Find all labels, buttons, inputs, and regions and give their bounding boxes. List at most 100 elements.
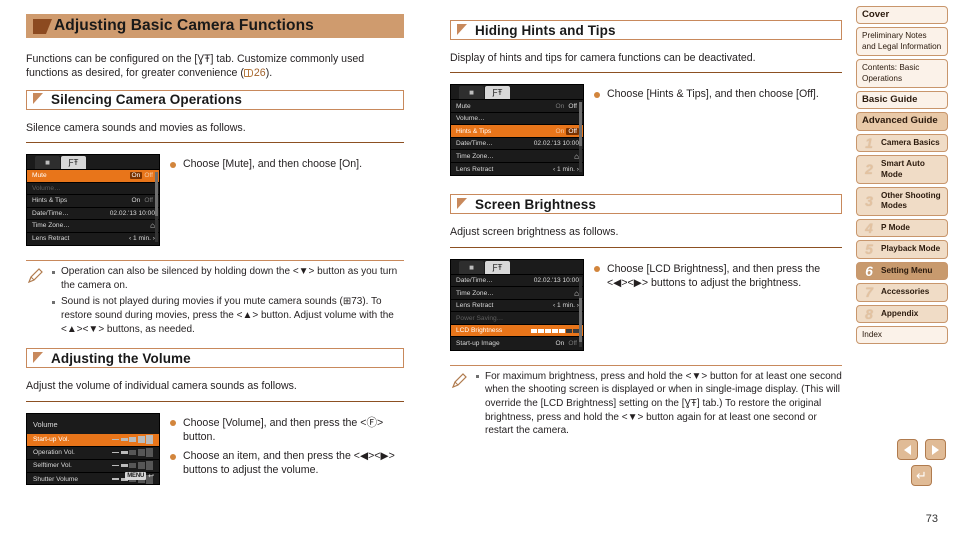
lcd-screenshot-hints: ■ ƑŦ Mute On Off Volume… Hints & Tips On… (450, 84, 584, 177)
bullet-dot-icon (170, 420, 176, 427)
shooting-tab-icon: ■ (459, 86, 484, 100)
level-bars (112, 435, 153, 445)
sidebar-item-basic-guide[interactable]: Basic Guide (856, 91, 948, 110)
note-bullet-icon (476, 375, 479, 379)
sidebar-item-label: Playback Mode (881, 244, 941, 254)
menu-row-datetime: Date/Time… 02.02.'13 10:00 (451, 275, 583, 288)
step-silencing: ■ ƑŦ Mute On Off Volume… Hints & Tips On… (26, 154, 404, 247)
sidebar-item-label: Setting Menu (881, 265, 933, 275)
menu-row-hints: Hints & Tips On Off (451, 125, 583, 138)
page-navigation-controls: ↵ (897, 439, 946, 486)
section-marker-icon (457, 197, 467, 209)
content-columns: Adjusting Basic Camera Functions Functio… (0, 0, 856, 534)
chapter-number: 6 (865, 262, 873, 279)
page-ref-icon (243, 69, 253, 78)
lcd-screenshot-brightness: ■ ƑŦ Date/Time… 02.02.'13 10:00 Time Zon… (450, 258, 584, 351)
lcd-screenshot-volume: Volume Start-up Vol. Operation Vol. Self… (26, 412, 160, 485)
sidebar-item-label: Basic Guide (862, 94, 918, 106)
intro-text-3: functions as desired, for greater conven… (26, 67, 244, 80)
shooting-tab-icon: ■ (459, 260, 484, 274)
level-bars (112, 461, 153, 471)
sidebar-item-index[interactable]: Index (856, 325, 948, 345)
return-arrow-icon: ↵ (916, 468, 927, 483)
note-bullet-icon (52, 270, 55, 274)
chapter-number: 4 (865, 219, 873, 236)
lcd-tab-bar: ■ ƑŦ (451, 259, 583, 275)
sidebar-item-p-mode[interactable]: 4 P Mode (856, 218, 948, 238)
sidebar-item-cover[interactable]: Cover (856, 6, 948, 25)
sidebar-item-label: P Mode (881, 222, 910, 232)
intro-text-2: ] tab. Customize commonly used (210, 53, 365, 65)
divider (26, 400, 404, 402)
sidebar-item-label: Camera Basics (881, 137, 940, 147)
lcd-scroll-thumb (579, 297, 582, 342)
pencil-icon (450, 370, 476, 441)
menu-row-timezone: Time Zone… ⌂ (451, 150, 583, 163)
section-marker-icon (457, 23, 467, 35)
prev-page-button[interactable] (897, 439, 918, 460)
menu-row-timezone: Time Zone… ⌂ (27, 220, 159, 233)
page-number: 73 (925, 513, 938, 525)
note-box-brightness: For maximum brightness, press and hold t… (450, 364, 842, 441)
menu-row-hints: Hints & Tips On Off (27, 195, 159, 208)
lcd-menu-rows: Mute OnOff Volume… Hints & Tips OnOff (27, 170, 159, 245)
return-arrow-icon: ↩ (148, 472, 154, 480)
sidebar-item-label: Contents: Basic Operations (862, 63, 920, 83)
chapter-number: 3 (865, 193, 873, 210)
sidebar-item-other-shooting-modes[interactable]: 3 Other Shooting Modes (856, 187, 948, 216)
menu-row-mute: Mute On Off (451, 100, 583, 113)
sidebar-item-advanced-guide[interactable]: Advanced Guide (856, 112, 948, 131)
left-column: Adjusting Basic Camera Functions Functio… (0, 14, 428, 534)
mute-off-value: Off (144, 172, 153, 180)
lcd-tab-bar: ■ ƑŦ (451, 85, 583, 101)
sidebar-item-setting-menu[interactable]: 6 Setting Menu (856, 261, 948, 281)
sidebar-item-label: Cover (862, 9, 890, 20)
mute-on-value: On (129, 172, 143, 180)
sidebar-item-smart-auto-mode[interactable]: 2 Smart Auto Mode (856, 155, 948, 185)
step-volume: Volume Start-up Vol. Operation Vol. Self… (26, 412, 404, 485)
bullet-dot-icon (594, 91, 600, 98)
menu-row-timezone: Time Zone… ⌂ (451, 287, 583, 300)
page-ref-link[interactable]: 26 (254, 67, 266, 79)
intro-text-4: ). (265, 67, 273, 80)
section-intro-volume: Adjust the volume of individual camera s… (26, 380, 297, 393)
sidebar-item-label: Other Shooting Modes (881, 191, 941, 211)
volume-row-operation: Operation Vol. (27, 447, 159, 460)
chapter-number: 2 (865, 161, 873, 178)
step-brightness: ■ ƑŦ Date/Time… 02.02.'13 10:00 Time Zon… (450, 258, 842, 351)
bullet-dot-icon (170, 453, 176, 460)
section-heading-brightness: Screen Brightness (450, 194, 842, 215)
chapter-number: 7 (865, 284, 873, 301)
volume-row-startup: Start-up Vol. (27, 433, 159, 447)
instructions-brightness: Choose [LCD Brightness], and then press … (594, 259, 842, 351)
settings-tab-icon: ƑŦ (61, 156, 86, 170)
sidebar-item-playback-mode[interactable]: 5 Playback Mode (856, 240, 948, 259)
menu-label: MENU (125, 471, 147, 480)
lcd-tab-bar: ■ ƑŦ (27, 155, 159, 171)
sidebar-item-appendix[interactable]: 8 Appendix (856, 304, 948, 323)
bullet-item: Choose [Hints & Tips], and then choose [… (594, 87, 842, 101)
note-text: For maximum brightness, press and hold t… (485, 370, 842, 437)
prev-page-arrow-icon (904, 444, 911, 455)
bullet-text: Choose [LCD Brightness], and then press … (607, 262, 821, 290)
bullet-item: Choose [Mute], and then choose [On]. (170, 157, 404, 171)
section-title: Hiding Hints and Tips (475, 22, 616, 38)
lcd-scroll-thumb (579, 102, 582, 147)
manual-page: Adjusting Basic Camera Functions Functio… (0, 0, 954, 534)
chapter-number: 1 (865, 134, 873, 151)
bullet-text: Choose [Volume], and then press the <Ⓕ> … (183, 416, 384, 443)
section-intro-silencing: Silence camera sounds and movies as foll… (26, 121, 246, 134)
sidebar-item-camera-basics[interactable]: 1 Camera Basics (856, 133, 948, 153)
bullet-text: Choose an item, and then press the <◀><▶… (183, 450, 395, 477)
brightness-level-bar (531, 328, 579, 333)
sidebar-item-contents[interactable]: Contents: Basic Operations (856, 59, 948, 89)
section-title: Adjusting the Volume (51, 350, 191, 366)
menu-row-lensretract: Lens Retract ‹ 1 min. › (451, 300, 583, 313)
intro-text-1: Functions can be configured on the [ (26, 53, 198, 65)
back-button[interactable]: ↵ (911, 465, 932, 486)
bullet-dot-icon (170, 161, 176, 168)
next-page-button[interactable] (925, 439, 946, 460)
sidebar-item-accessories[interactable]: 7 Accessories (856, 283, 948, 302)
menu-row-powersaving: Power Saving… (451, 312, 583, 325)
sidebar-item-preliminary-notes[interactable]: Preliminary Notes and Legal Information (856, 27, 948, 57)
